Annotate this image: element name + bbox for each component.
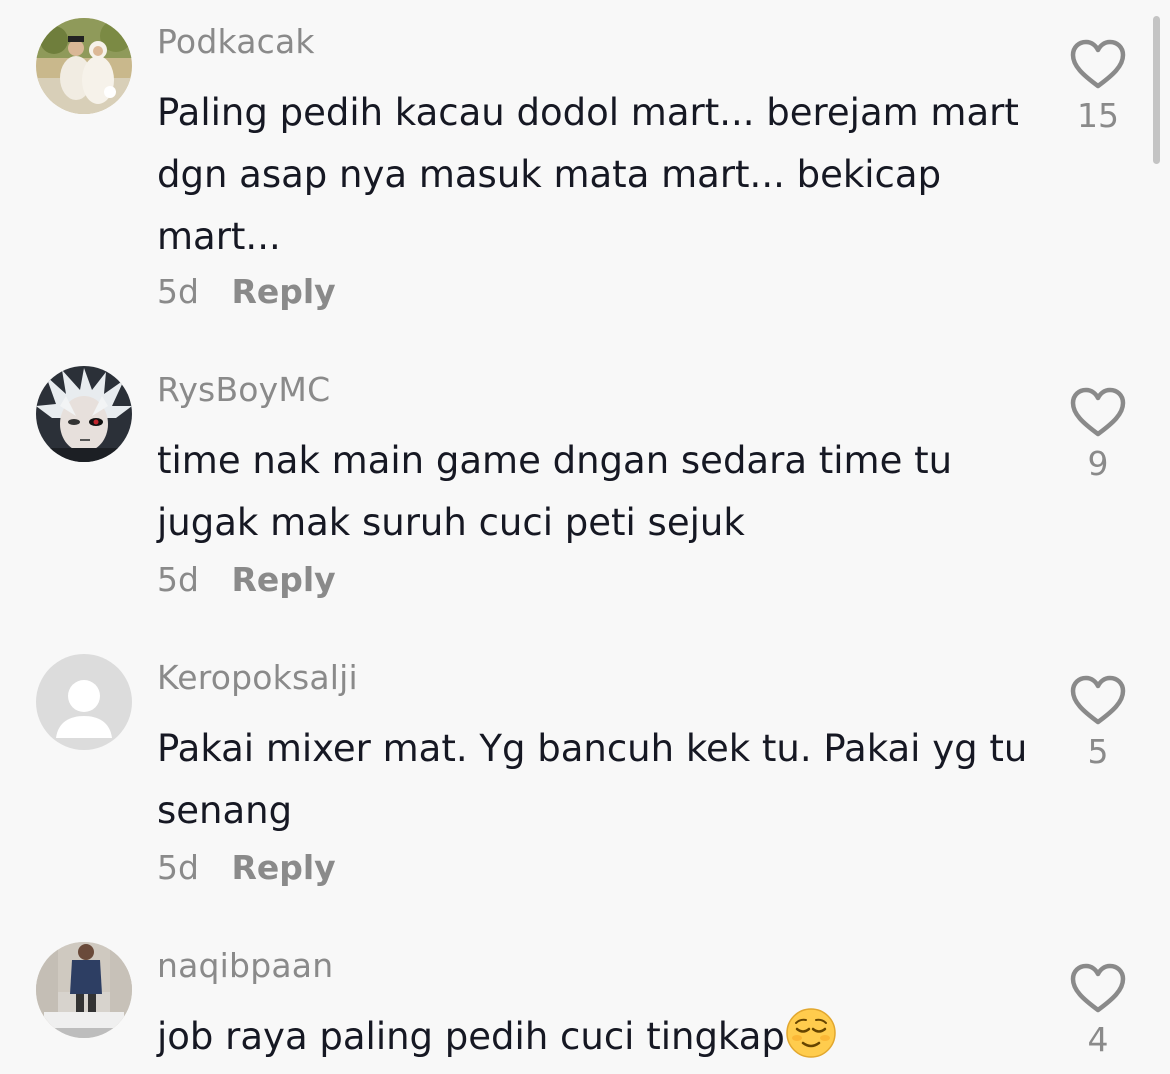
scrollbar[interactable]: [1153, 16, 1160, 164]
heart-outline-icon[interactable]: [1069, 674, 1127, 726]
like-control: 5: [1066, 674, 1130, 771]
relieved-face-emoji: [786, 1008, 836, 1058]
comment-text: time nak main game dngan sedara time tu …: [157, 439, 953, 544]
comment-list: Podkacak Paling pedih kacau dodol mart..…: [0, 0, 1170, 1074]
comment-text: Pakai mixer mat. Yg bancuh kek tu. Pakai…: [157, 727, 1028, 832]
avatar-photo-anime: [36, 366, 132, 462]
like-control: 4: [1066, 962, 1130, 1059]
avatar-photo-wedding: [36, 18, 132, 114]
comment-meta: 5d Reply: [157, 272, 336, 311]
heart-outline-icon[interactable]: [1069, 962, 1127, 1014]
reply-button[interactable]: Reply: [231, 272, 335, 311]
avatar[interactable]: [36, 654, 132, 750]
comment-time: 5d: [157, 560, 199, 599]
avatar[interactable]: [36, 18, 132, 114]
comment-meta: 5d Reply: [157, 560, 336, 599]
comment-username[interactable]: naqibpaan: [157, 946, 333, 985]
comment-meta: 5d Reply: [157, 848, 336, 887]
comment-username[interactable]: Podkacak: [157, 22, 315, 61]
default-user-avatar-icon: [36, 654, 132, 750]
comment-time: 5d: [157, 848, 199, 887]
like-count: 5: [1087, 732, 1109, 771]
like-control: 15: [1066, 38, 1130, 135]
avatar[interactable]: [36, 942, 132, 1038]
avatar[interactable]: [36, 366, 132, 462]
reply-button[interactable]: Reply: [231, 560, 335, 599]
like-control: 9: [1066, 386, 1130, 483]
reply-button[interactable]: Reply: [231, 848, 335, 887]
avatar-photo-person: [36, 942, 132, 1038]
comment-text: Paling pedih kacau dodol mart... berejam…: [157, 91, 1019, 258]
comment-username[interactable]: RysBoyMC: [157, 370, 330, 409]
heart-outline-icon[interactable]: [1069, 38, 1127, 90]
comment-username[interactable]: Keropoksalji: [157, 658, 358, 697]
comment-text: job raya paling pedih cuci tingkap: [157, 1006, 1037, 1068]
comment-text-content: job raya paling pedih cuci tingkap: [157, 1015, 785, 1058]
like-count: 15: [1077, 96, 1119, 135]
heart-outline-icon[interactable]: [1069, 386, 1127, 438]
like-count: 4: [1087, 1020, 1109, 1059]
like-count: 9: [1087, 444, 1109, 483]
comment-time: 5d: [157, 272, 199, 311]
